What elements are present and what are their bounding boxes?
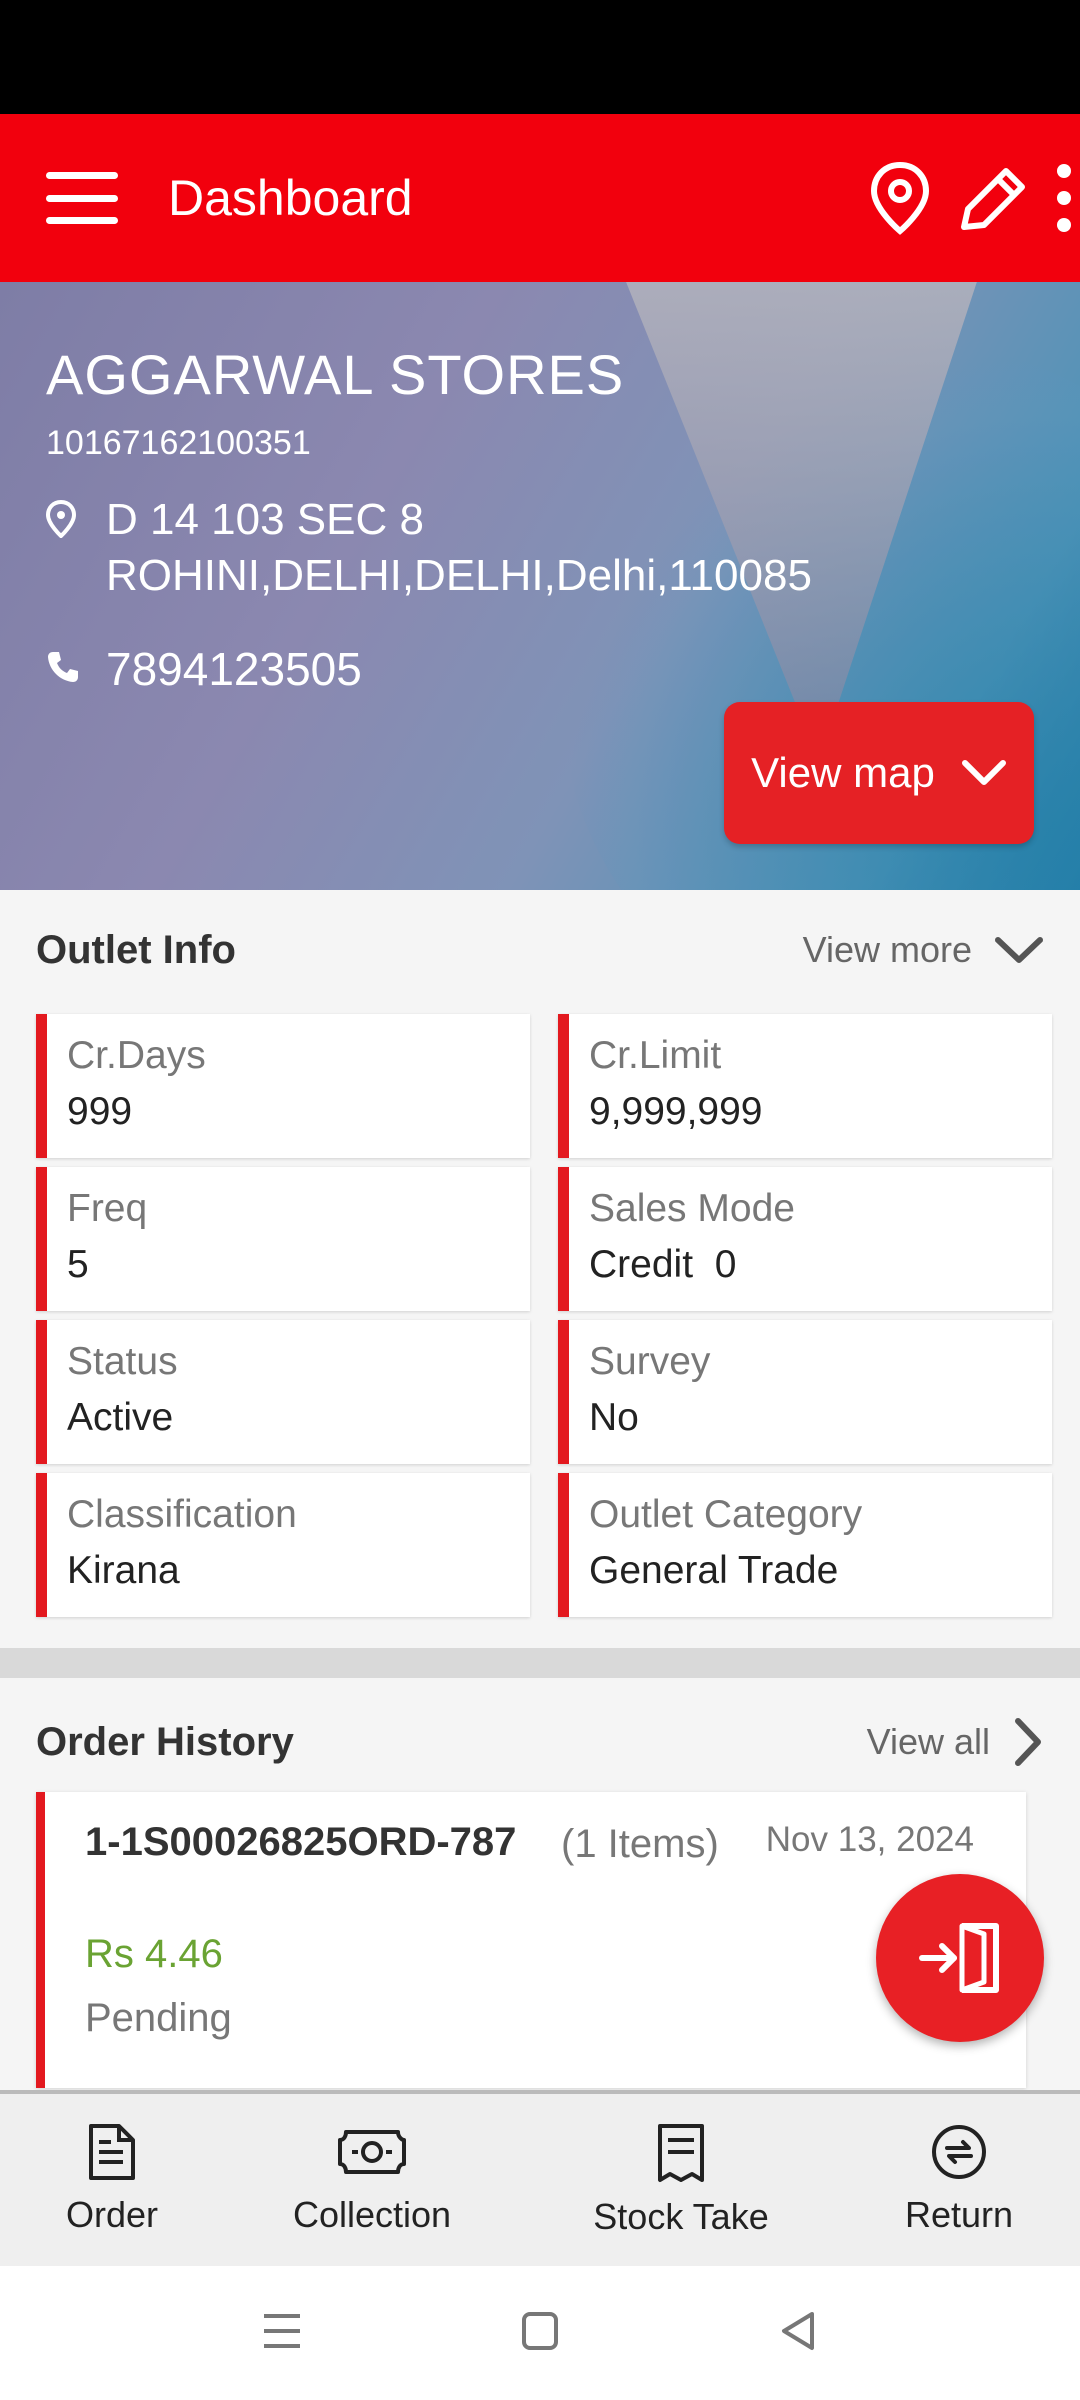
phone-icon — [46, 650, 86, 689]
system-navigation-bar — [0, 2266, 1080, 2400]
check-out-fab[interactable] — [876, 1874, 1044, 2042]
order-id: 1-1S00026825ORD-787 — [85, 1820, 517, 1864]
view-all-button[interactable]: View all — [867, 1717, 1044, 1767]
exit-door-icon — [919, 1923, 999, 1993]
view-more-button[interactable]: View more — [803, 929, 1044, 971]
home-icon[interactable] — [520, 2310, 560, 2357]
page-title: Dashboard — [168, 170, 413, 226]
info-cell-freq: Freq 5 — [36, 1167, 530, 1311]
chevron-down-icon — [961, 760, 1006, 785]
order-items-count: (1 Items) — [561, 1822, 719, 1866]
cash-icon — [338, 2130, 406, 2174]
info-cell-cr-limit: Cr.Limit 9,999,999 — [558, 1014, 1052, 1158]
status-bar — [0, 0, 1080, 114]
view-map-button[interactable]: View map — [724, 702, 1034, 844]
store-code: 10167162100351 — [46, 424, 311, 462]
chevron-down-icon — [995, 937, 1043, 963]
chevron-right-icon — [1015, 1718, 1041, 1766]
info-cell-sales-mode: Sales Mode Credit 0 — [558, 1167, 1052, 1311]
info-cell-outlet-category: Outlet Category General Trade — [558, 1473, 1052, 1617]
store-address: D 14 103 SEC 8 ROHINI,DELHI,DELHI,Delhi,… — [106, 495, 812, 600]
nav-stock-take[interactable]: Stock Take — [576, 2122, 786, 2238]
order-amount: Rs 4.46 — [85, 1932, 223, 1976]
edit-pencil-icon[interactable] — [954, 161, 1032, 235]
outlet-info-section: Outlet Info View more Cr.Days 999 Cr.Lim… — [0, 890, 1080, 1648]
info-cell-survey: Survey No — [558, 1320, 1052, 1464]
store-phone[interactable]: 7894123505 — [106, 642, 362, 696]
section-divider — [0, 1648, 1080, 1678]
nav-order[interactable]: Order — [52, 2122, 172, 2236]
order-status: Pending — [85, 1996, 232, 2040]
recent-apps-icon[interactable] — [262, 2310, 302, 2357]
nav-return[interactable]: Return — [896, 2122, 1022, 2236]
nav-collection[interactable]: Collection — [272, 2122, 472, 2236]
bottom-navigation: Order Collection Stock Take Return — [0, 2090, 1080, 2266]
location-icon — [45, 499, 86, 604]
more-vertical-icon[interactable] — [1054, 163, 1074, 233]
document-icon — [89, 2124, 135, 2180]
info-cell-classification: Classification Kirana — [36, 1473, 530, 1617]
store-header: AGGARWAL STORES 10167162100351 D 14 103 … — [0, 282, 1080, 890]
return-exchange-icon — [932, 2125, 986, 2179]
info-cell-status: Status Active — [36, 1320, 530, 1464]
outlet-info-title: Outlet Info — [36, 927, 236, 972]
info-cell-cr-days: Cr.Days 999 — [36, 1014, 530, 1158]
store-name: AGGARWAL STORES — [46, 343, 625, 406]
back-icon[interactable] — [778, 2310, 818, 2357]
receipt-icon — [658, 2124, 704, 2182]
order-date: Nov 13, 2024 — [765, 1820, 974, 1859]
app-bar: Dashboard — [0, 114, 1080, 282]
hamburger-menu-icon[interactable] — [46, 168, 118, 228]
order-history-title: Order History — [36, 1719, 294, 1764]
location-pin-icon[interactable] — [868, 161, 932, 235]
